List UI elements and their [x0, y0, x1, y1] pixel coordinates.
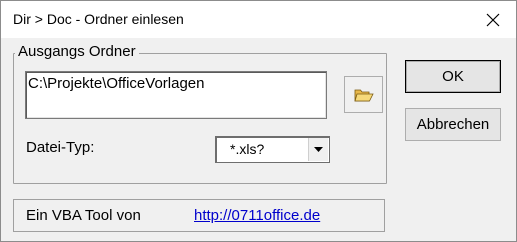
- window-title: Dir > Doc - Ordner einlesen: [13, 11, 184, 27]
- file-type-dropdown-button[interactable]: [308, 138, 328, 161]
- ok-button[interactable]: OK: [405, 60, 501, 93]
- folder-path-field[interactable]: C:\Projekte\OfficeVorlagen: [25, 71, 327, 119]
- file-type-value: *.xls?: [230, 141, 265, 157]
- footer-website-link[interactable]: http://0711office.de: [194, 207, 320, 224]
- close-button[interactable]: [470, 1, 516, 38]
- browse-folder-button[interactable]: [344, 76, 383, 113]
- dialog-window: Dir > Doc - Ordner einlesen Ausgangs Ord…: [0, 0, 517, 242]
- group-legend: Ausgangs Ordner: [15, 43, 139, 60]
- cancel-button[interactable]: Abbrechen: [405, 108, 501, 141]
- title-bar: Dir > Doc - Ordner einlesen: [1, 1, 516, 38]
- footer-credit-text: Ein VBA Tool von: [26, 207, 141, 224]
- chevron-down-icon: [314, 147, 323, 152]
- close-icon: [486, 13, 500, 26]
- file-type-label: Datei-Typ:: [26, 139, 95, 156]
- open-folder-icon: [353, 89, 374, 101]
- file-type-select[interactable]: *.xls?: [215, 136, 330, 163]
